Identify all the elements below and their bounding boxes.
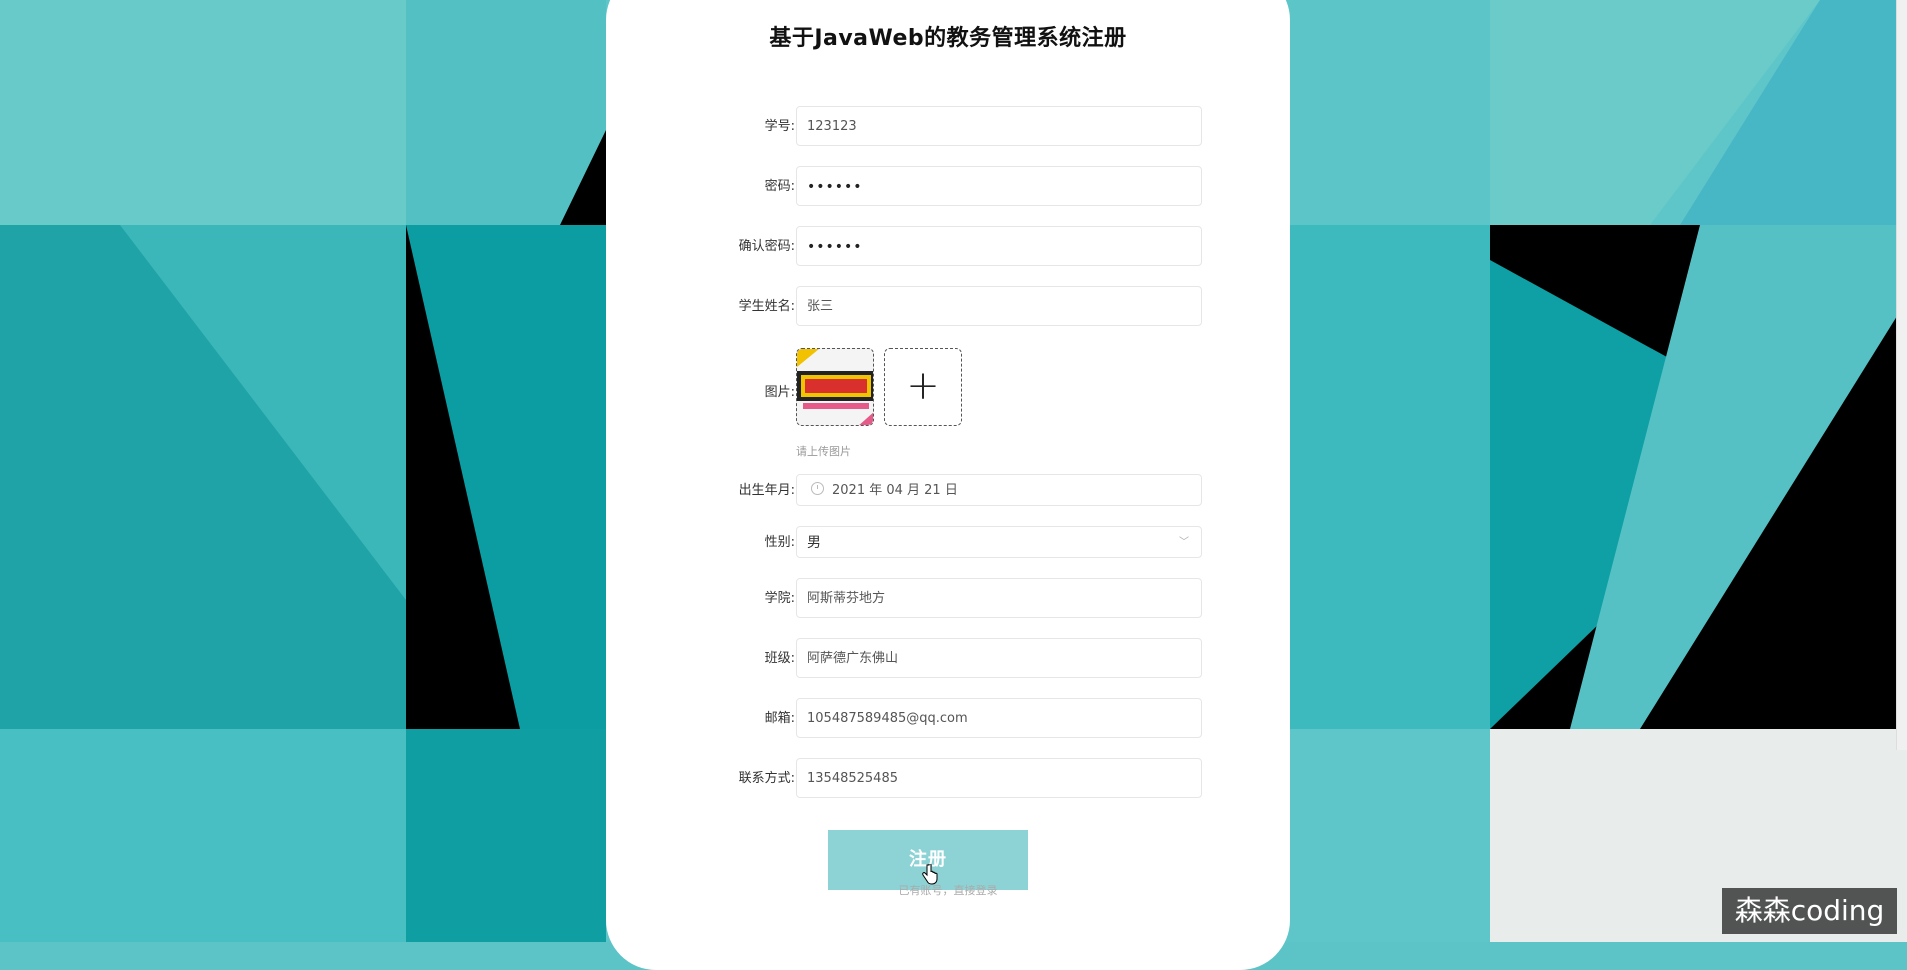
image-hint: 请上传图片 <box>796 445 851 458</box>
password-input[interactable]: •••••• <box>796 166 1202 206</box>
confirm-password-input[interactable]: •••••• <box>796 226 1202 266</box>
gender-label: 性别: <box>764 535 795 550</box>
email-label: 邮箱: <box>764 711 795 726</box>
student-name-input[interactable]: 张三 <box>796 286 1202 326</box>
student-id-row: 学号: 123123 <box>606 106 1290 148</box>
page-title: 基于JavaWeb的教务管理系统注册 <box>769 26 1127 51</box>
student-name-row: 学生姓名: 张三 <box>606 286 1290 328</box>
student-id-label: 学号: <box>764 119 795 134</box>
password-label: 密码: <box>764 179 795 194</box>
student-id-input[interactable]: 123123 <box>796 106 1202 146</box>
watermark: 森森coding <box>1722 888 1897 934</box>
college-label: 学院: <box>764 591 795 606</box>
class-input[interactable]: 阿萨德广东佛山 <box>796 638 1202 678</box>
register-card: 基于JavaWeb的教务管理系统注册 学号: 123123 密码: ••••••… <box>606 0 1290 970</box>
class-row: 班级: 阿萨德广东佛山 <box>606 638 1290 680</box>
contact-input[interactable]: 13548525485 <box>796 758 1202 798</box>
birth-date-row: 出生年月: 2021 年 04 月 21 日 <box>606 474 1290 516</box>
contact-row: 联系方式: 13548525485 <box>606 758 1290 800</box>
birth-date-value: 2021 年 04 月 21 日 <box>832 483 958 498</box>
email-input[interactable]: 105487589485@qq.com <box>796 698 1202 738</box>
login-link[interactable]: 已有账号，直接登录 <box>606 882 1290 898</box>
birth-date-label: 出生年月: <box>738 483 795 498</box>
password-row: 密码: •••••• <box>606 166 1290 208</box>
gender-select[interactable]: 男 ﹀ <box>796 526 1202 558</box>
class-label: 班级: <box>764 651 795 666</box>
college-row: 学院: 阿斯蒂芬地方 <box>606 578 1290 620</box>
uploaded-image-thumbnail[interactable] <box>796 348 874 426</box>
hand-cursor-icon <box>922 864 938 885</box>
clock-icon <box>811 482 824 495</box>
student-name-label: 学生姓名: <box>738 299 795 314</box>
gender-value: 男 <box>807 535 821 551</box>
uploaded-image <box>797 349 873 425</box>
scrollbar[interactable] <box>1896 0 1907 750</box>
plus-icon: + <box>906 363 940 409</box>
confirm-password-row: 确认密码: •••••• <box>606 226 1290 268</box>
confirm-password-label: 确认密码: <box>738 239 795 254</box>
add-image-button[interactable]: + <box>884 348 962 426</box>
email-row: 邮箱: 105487589485@qq.com <box>606 698 1290 740</box>
image-label: 图片: <box>764 385 795 400</box>
birth-date-picker[interactable]: 2021 年 04 月 21 日 <box>796 474 1202 506</box>
chevron-down-icon: ﹀ <box>1179 537 1189 548</box>
gender-row: 性别: 男 ﹀ <box>606 526 1290 568</box>
image-row: 图片: + <box>606 348 1290 426</box>
college-input[interactable]: 阿斯蒂芬地方 <box>796 578 1202 618</box>
contact-label: 联系方式: <box>738 771 795 786</box>
